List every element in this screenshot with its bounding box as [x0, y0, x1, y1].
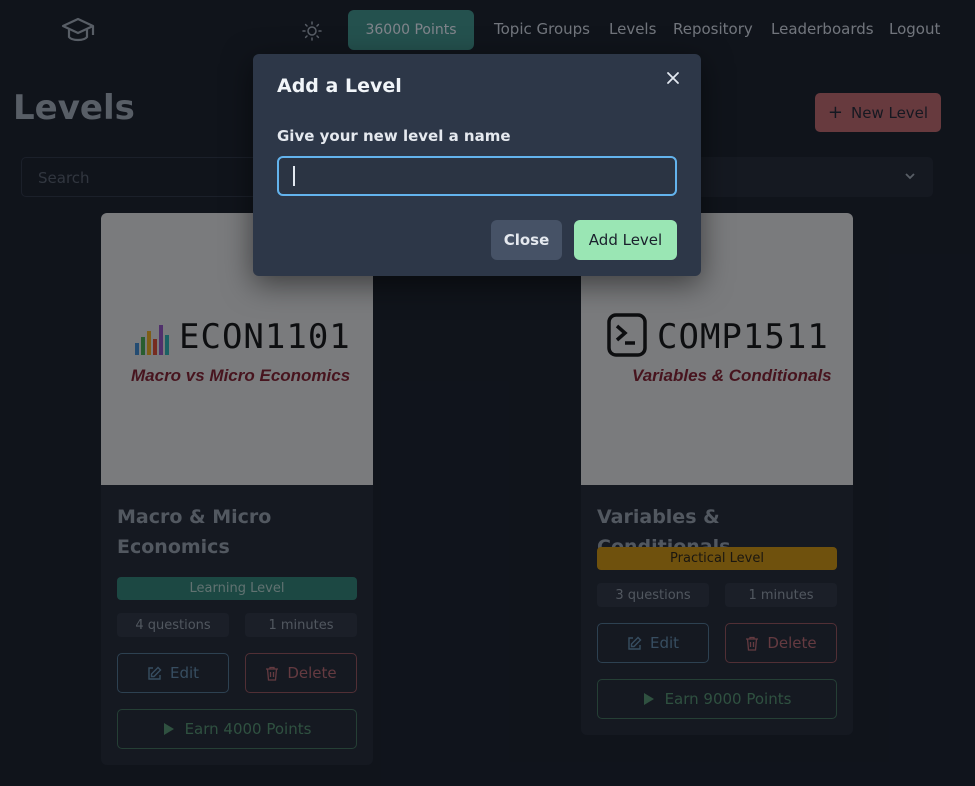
level-name-label: Give your new level a name	[277, 127, 511, 145]
level-name-input[interactable]	[277, 156, 677, 196]
add-level-button[interactable]: Add Level	[574, 220, 677, 260]
levels-page: 36000 Points Topic Groups Levels Reposit…	[0, 0, 975, 786]
close-button[interactable]: Close	[491, 220, 562, 260]
modal-title: Add a Level	[277, 75, 402, 97]
add-level-modal: Add a Level Give your new level a name C…	[253, 54, 701, 276]
text-caret	[293, 166, 295, 186]
close-icon[interactable]	[665, 70, 681, 86]
